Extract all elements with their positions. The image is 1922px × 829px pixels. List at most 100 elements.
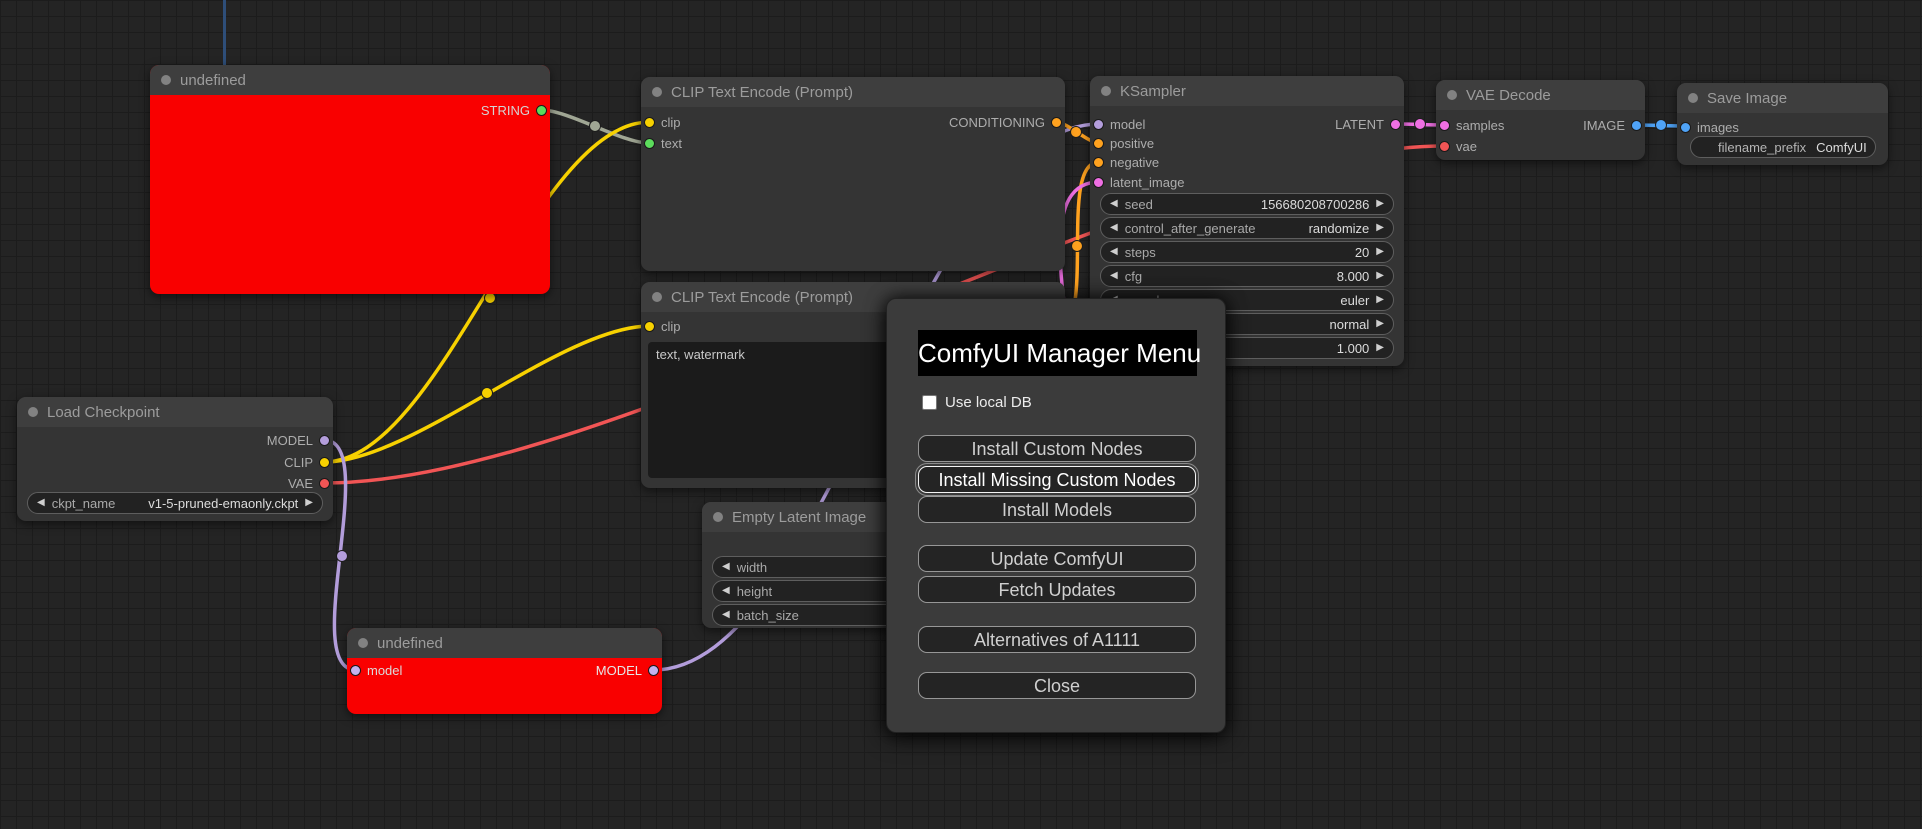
use-local-db-checkbox[interactable] (922, 395, 937, 410)
reroute-dot[interactable] (1655, 119, 1667, 131)
reroute-dot[interactable] (484, 292, 496, 304)
node-title: Load Checkpoint (47, 403, 160, 421)
node-titlebar[interactable]: KSampler (1090, 76, 1404, 106)
stepper-right-icon[interactable]: ▶ (1376, 242, 1384, 262)
stepper-right-icon[interactable]: ▶ (1376, 290, 1384, 310)
reroute-dot[interactable] (481, 387, 493, 399)
ckpt-name-widget[interactable]: ◀ ckpt_name v1-5-pruned-emaonly.ckpt ▶ (27, 492, 323, 514)
vae-input-port[interactable] (1439, 140, 1450, 152)
input-slot-vae: vae (1436, 136, 1645, 156)
node-titlebar[interactable]: Save Image (1677, 83, 1888, 113)
negative-input-port[interactable] (1093, 156, 1104, 168)
widget-value: normal (1329, 316, 1370, 332)
widget-label: height (736, 583, 773, 599)
stepper-left-icon[interactable]: ◀ (1110, 242, 1118, 262)
stepper-right-icon[interactable]: ▶ (1376, 218, 1384, 238)
slot-label: CONDITIONING (948, 114, 1045, 130)
output-slot-clip: CLIP (17, 452, 333, 472)
stepper-right-icon[interactable]: ▶ (1376, 194, 1384, 214)
stepper-right-icon[interactable]: ▶ (305, 493, 313, 513)
node-status-dot (652, 87, 662, 97)
reroute-dot[interactable] (1071, 240, 1083, 252)
stepper-right-icon[interactable]: ▶ (1376, 314, 1384, 334)
clip-output-port[interactable] (319, 456, 330, 468)
reroute-dot[interactable] (1070, 126, 1082, 138)
widget-value: 20 (1354, 244, 1370, 260)
seed-widget[interactable]: ◀ seed 156680208700286 ▶ (1100, 193, 1394, 215)
output-slot-vae: VAE (17, 473, 333, 493)
slot-label: IMAGE (1583, 117, 1625, 133)
install-custom-nodes-button[interactable]: Install Custom Nodes (918, 435, 1196, 462)
image-output-port[interactable] (1631, 119, 1642, 131)
input-slot-images: images (1677, 117, 1888, 137)
node-titlebar[interactable]: VAE Decode (1436, 80, 1645, 110)
input-slot-text: text (641, 133, 1065, 153)
fetch-updates-button[interactable]: Fetch Updates (918, 576, 1196, 603)
control-after-generate-widget[interactable]: ◀ control_after_generate randomize ▶ (1100, 217, 1394, 239)
model-output-port[interactable] (319, 434, 330, 446)
use-local-db-label: Use local DB (945, 394, 1032, 411)
model-output-port[interactable] (648, 664, 659, 676)
vae-output-port[interactable] (319, 477, 330, 489)
widget-label: cfg (1124, 268, 1143, 284)
node-status-dot (1447, 90, 1457, 100)
stepper-left-icon[interactable]: ◀ (722, 581, 730, 601)
widget-label: ckpt_name (51, 495, 116, 511)
cfg-widget[interactable]: ◀ cfg 8.000 ▶ (1100, 265, 1394, 287)
close-button[interactable]: Close (918, 672, 1196, 699)
slot-label: MODEL (266, 432, 313, 448)
output-slot-string: STRING (150, 100, 550, 120)
node-titlebar[interactable]: Load Checkpoint (17, 397, 333, 427)
node-title: CLIP Text Encode (Prompt) (671, 83, 854, 101)
latent-output-port[interactable] (1390, 118, 1401, 130)
stepper-left-icon[interactable]: ◀ (722, 557, 730, 577)
node-titlebar[interactable]: undefined (347, 628, 662, 658)
stepper-left-icon[interactable]: ◀ (1110, 266, 1118, 286)
string-output-port[interactable] (536, 104, 547, 116)
steps-widget[interactable]: ◀ steps 20 ▶ (1100, 241, 1394, 263)
widget-value: v1-5-pruned-emaonly.ckpt (148, 495, 299, 511)
widget-value: 1.000 (1336, 340, 1370, 356)
node-save-image[interactable]: Save Image images filename_prefix ComfyU… (1677, 83, 1888, 165)
node-undefined-bottom[interactable]: undefined model MODEL (347, 628, 662, 714)
graph-canvas[interactable]: undefined STRING CLIP Text Encode (Promp… (0, 0, 1922, 829)
node-load-checkpoint[interactable]: Load Checkpoint MODEL CLIP VAE ◀ ckpt_na… (17, 397, 333, 521)
node-titlebar[interactable]: CLIP Text Encode (Prompt) (641, 77, 1065, 107)
slot-label: MODEL (595, 662, 642, 678)
widget-value: 156680208700286 (1260, 196, 1370, 212)
node-title: Save Image (1707, 89, 1788, 107)
install-missing-custom-nodes-button[interactable]: Install Missing Custom Nodes (918, 466, 1196, 493)
node-status-dot (713, 512, 723, 522)
node-title: CLIP Text Encode (Prompt) (671, 288, 854, 306)
positive-input-port[interactable] (1093, 137, 1104, 149)
alternatives-of-a1111-button[interactable]: Alternatives of A1111 (918, 626, 1196, 653)
stepper-left-icon[interactable]: ◀ (722, 605, 730, 625)
input-slot-positive: positive (1090, 133, 1404, 153)
text-input-port[interactable] (644, 137, 655, 149)
dialog-title: ComfyUI Manager Menu (918, 330, 1201, 376)
filename-prefix-widget[interactable]: filename_prefix ComfyUI (1690, 136, 1876, 158)
node-status-dot (1688, 93, 1698, 103)
reroute-dot[interactable] (589, 120, 601, 132)
output-slot-latent: LATENT (1090, 114, 1404, 134)
node-vae-decode[interactable]: VAE Decode samples vae IMAGE (1436, 80, 1645, 160)
conditioning-output-port[interactable] (1051, 116, 1062, 128)
reroute-dot[interactable] (336, 550, 348, 562)
node-clip-text-encode-1[interactable]: CLIP Text Encode (Prompt) clip text COND… (641, 77, 1065, 271)
node-undefined-top[interactable]: undefined STRING (150, 65, 550, 294)
stepper-left-icon[interactable]: ◀ (1110, 218, 1118, 238)
node-status-dot (358, 638, 368, 648)
node-title: KSampler (1120, 82, 1186, 100)
clip-input-port[interactable] (644, 320, 655, 332)
stepper-left-icon[interactable]: ◀ (1110, 194, 1118, 214)
stepper-right-icon[interactable]: ▶ (1376, 338, 1384, 358)
reroute-dot[interactable] (1414, 118, 1426, 130)
images-input-port[interactable] (1680, 121, 1691, 133)
stepper-right-icon[interactable]: ▶ (1376, 266, 1384, 286)
stepper-left-icon[interactable]: ◀ (37, 493, 45, 513)
update-comfyui-button[interactable]: Update ComfyUI (918, 545, 1196, 572)
latent-image-input-port[interactable] (1093, 176, 1104, 188)
node-title: undefined (180, 71, 246, 89)
node-titlebar[interactable]: undefined (150, 65, 550, 95)
install-models-button[interactable]: Install Models (918, 496, 1196, 523)
